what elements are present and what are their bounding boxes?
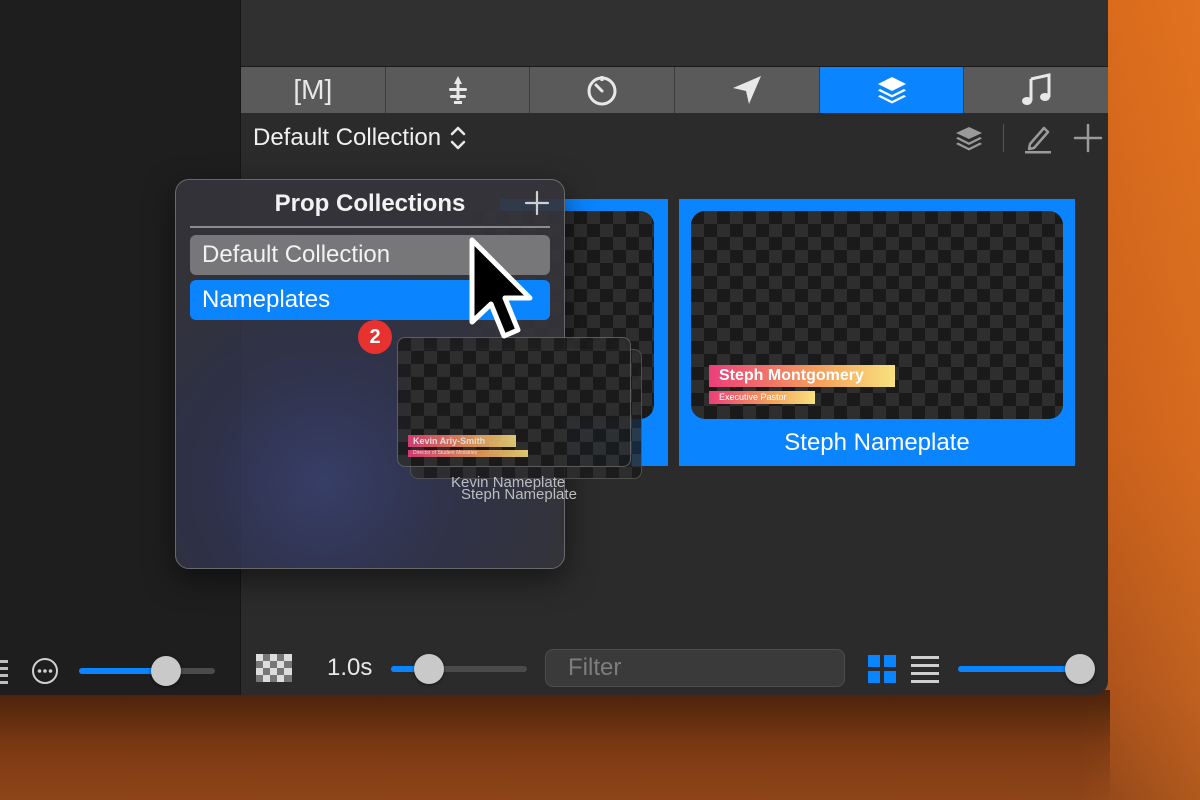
layers-icon[interactable] [953, 122, 985, 154]
macros-icon: [M] [293, 74, 333, 105]
duration-slider[interactable] [391, 654, 527, 684]
tab-messages[interactable] [675, 67, 820, 113]
drag-ghost-label-back: Steph Nameplate [461, 486, 577, 503]
thumbnail-size-slider-knob[interactable] [1065, 654, 1095, 684]
stage-icon [448, 76, 467, 104]
filter-input[interactable] [566, 653, 880, 683]
tab-bar: [M] [241, 67, 1108, 113]
mouse-cursor-icon [469, 237, 533, 339]
more-options-icon[interactable] [31, 657, 59, 685]
app-window: [M] Default Collection Steph Montgomery … [0, 0, 1108, 695]
ghost-nameplate-subtitle: Director of Student Ministries [408, 450, 528, 457]
thumbnail-size-slider-fill [958, 666, 1080, 672]
filter-field[interactable] [545, 649, 880, 687]
bottom-toolbar: 1.0s [241, 640, 1108, 695]
drag-count-badge: 2 [358, 320, 392, 354]
nameplate-name: Steph Montgomery [709, 365, 895, 387]
duration-slider-knob[interactable] [414, 654, 444, 684]
tab-stage[interactable] [385, 67, 531, 113]
nameplate-subtitle: Executive Pastor [709, 391, 815, 404]
list-view-icon[interactable] [0, 658, 10, 684]
window-shadow [0, 690, 1110, 800]
add-collection-icon[interactable] [524, 190, 550, 216]
tab-macros[interactable]: [M] [241, 67, 386, 113]
tab-timers[interactable] [530, 67, 676, 113]
layers-icon [877, 77, 906, 104]
up-down-chevron-icon [450, 126, 466, 150]
top-strip [241, 0, 1108, 67]
popover-separator [190, 226, 550, 228]
left-pane-slider[interactable] [79, 656, 215, 686]
grid-view-icon[interactable] [868, 655, 896, 683]
drag-ghost-thumbnail: Kevin Ariy-Smith Director of Student Min… [397, 337, 631, 467]
left-pane-slider-knob[interactable] [151, 656, 181, 686]
prop-thumbnail: Steph Montgomery Executive Pastor [691, 211, 1063, 419]
thumbnail-size-slider[interactable] [958, 654, 1095, 684]
list-view-icon[interactable] [911, 655, 939, 683]
music-note-icon [1022, 73, 1051, 105]
header-separator [1003, 124, 1004, 152]
timer-icon [587, 76, 617, 106]
transparency-checker-icon[interactable] [256, 654, 292, 682]
header-actions [953, 122, 1104, 154]
edit-pencil-icon[interactable] [1022, 122, 1054, 154]
send-icon [732, 76, 761, 104]
drag-ghost-front: Kevin Ariy-Smith Director of Student Min… [397, 337, 631, 467]
transition-duration: 1.0s [327, 654, 373, 681]
tab-props[interactable] [819, 67, 965, 113]
popover-title: Prop Collections [274, 190, 466, 217]
prop-card-label: Steph Nameplate [784, 429, 970, 456]
tab-audio[interactable] [964, 67, 1108, 113]
collection-title: Default Collection [253, 124, 442, 151]
collection-selector[interactable]: Default Collection [253, 122, 467, 154]
add-prop-icon[interactable] [1072, 122, 1104, 154]
ghost-nameplate-name: Kevin Ariy-Smith [408, 435, 516, 447]
prop-card-steph[interactable]: Steph Montgomery Executive Pastor Steph … [679, 199, 1075, 466]
